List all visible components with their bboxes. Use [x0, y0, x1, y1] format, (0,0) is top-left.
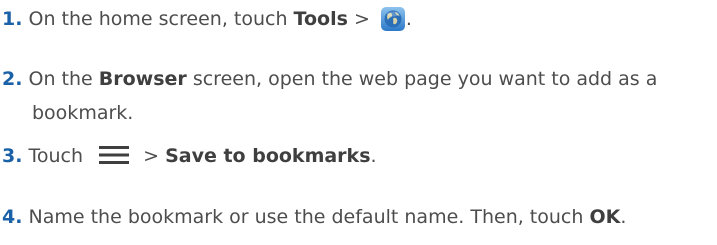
step-text-end: . [370, 145, 377, 167]
step-number: 3. [2, 145, 23, 167]
step-separator: > [137, 145, 166, 167]
step-text-end: screen, open the web page you want to ad… [186, 68, 658, 90]
step-4: 4. Name the bookmark or use the default … [2, 205, 626, 229]
step-text: On the [28, 68, 99, 90]
step-2-continuation: bookmark. [32, 102, 134, 124]
step-text: Touch [28, 145, 90, 167]
step-text-end: . [405, 8, 412, 30]
step-1: 1. On the home screen, touch Tools > . [2, 6, 412, 32]
step-text: On the home screen, touch [28, 8, 294, 30]
menu-icon [99, 145, 130, 165]
step-bold-label: Save to bookmarks [165, 145, 371, 167]
step-text: Name the bookmark or use the default nam… [28, 206, 590, 228]
step-bold-label: Browser [98, 68, 187, 90]
step-2: 2. On the Browser screen, open the web p… [2, 67, 657, 91]
step-bold-label: Tools [293, 8, 348, 30]
browser-globe-icon [380, 6, 406, 32]
step-separator: > [347, 8, 376, 30]
step-number: 2. [2, 68, 23, 90]
step-bold-label: OK [589, 206, 621, 228]
step-number: 1. [2, 8, 23, 30]
step-number: 4. [2, 206, 23, 228]
instruction-steps: 1. On the home screen, touch Tools > . 2… [0, 0, 717, 245]
step-3: 3. Touch > Save to bookmarks. [2, 144, 377, 168]
step-text-end: . [620, 206, 627, 228]
